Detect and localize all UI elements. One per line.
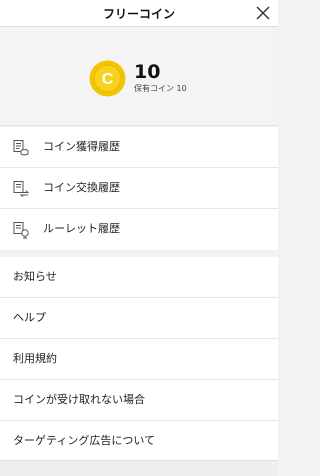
- header-bar: フリーコイン: [0, 0, 278, 27]
- list-item-label: ヘルプ: [13, 311, 46, 324]
- owned-coin-label: 保有コイン 10: [134, 84, 187, 93]
- coin-earn-history-icon: [13, 140, 29, 156]
- roulette-history-icon: [13, 222, 29, 239]
- close-button[interactable]: [253, 3, 273, 23]
- list-item-label: ターゲティング広告について: [13, 434, 156, 447]
- list-item-news[interactable]: お知らせ: [0, 257, 278, 298]
- list-item-label: コインが受け取れない場合: [13, 393, 145, 406]
- coin-exchange-history-icon: [13, 181, 30, 198]
- list-item-coin-exchange-history[interactable]: コイン交換履歴: [0, 168, 278, 209]
- coin-letter: C: [102, 71, 114, 88]
- close-icon: [256, 6, 270, 20]
- list-item-coin-earn-history[interactable]: コイン獲得履歴: [0, 127, 278, 168]
- bottom-bar: [0, 460, 278, 476]
- list-item-roulette-history[interactable]: ルーレット履歴: [0, 209, 278, 250]
- list-item-help[interactable]: ヘルプ: [0, 298, 278, 339]
- list-item-label: コイン獲得履歴: [43, 140, 120, 153]
- coin-balance-panel: C 10 保有コイン 10: [0, 27, 278, 126]
- coin-icon: C: [89, 60, 126, 97]
- list-item-targeting-ads[interactable]: ターゲティング広告について: [0, 421, 278, 462]
- page-title: フリーコイン: [102, 7, 175, 21]
- list-item-label: 利用規約: [13, 352, 57, 365]
- info-list: お知らせ ヘルプ 利用規約 コインが受け取れない場合 ターゲティング広告について: [0, 257, 278, 462]
- list-item-label: ルーレット履歴: [43, 222, 120, 235]
- list-item-label: お知らせ: [13, 270, 57, 283]
- history-list: コイン獲得履歴 コイン交換履歴 ルーレット履歴: [0, 127, 278, 250]
- list-item-label: コイン交換履歴: [43, 181, 120, 194]
- list-item-terms[interactable]: 利用規約: [0, 339, 278, 380]
- coin-count: 10: [134, 61, 161, 83]
- list-item-coin-not-received[interactable]: コインが受け取れない場合: [0, 380, 278, 421]
